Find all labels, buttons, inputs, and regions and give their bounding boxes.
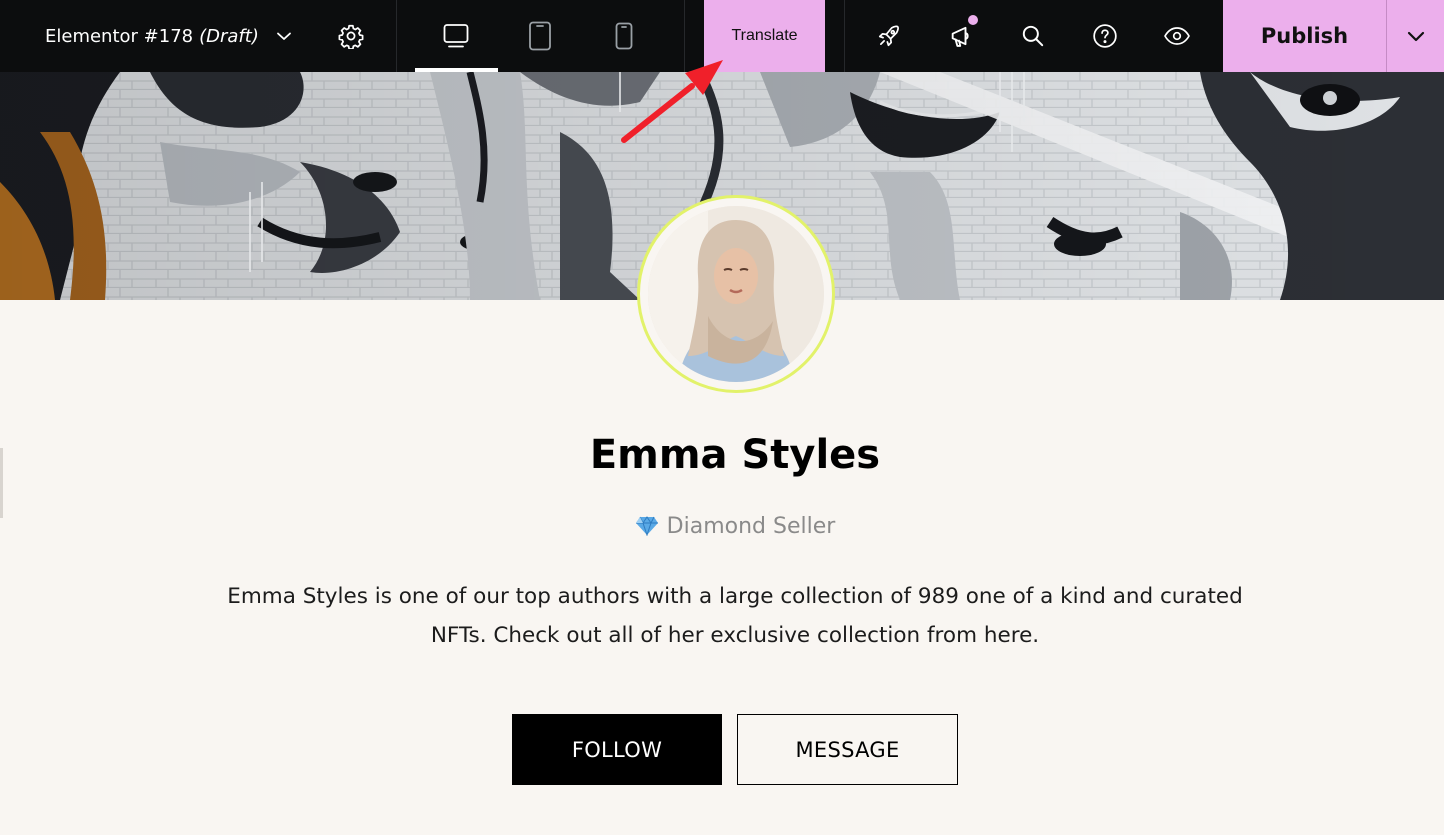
publish-button[interactable]: Publish <box>1223 0 1386 72</box>
follow-button[interactable]: FOLLOW <box>512 714 722 785</box>
notification-dot <box>968 15 978 25</box>
device-desktop-button[interactable] <box>432 0 480 72</box>
site-settings-button[interactable] <box>327 0 375 72</box>
topbar-divider <box>844 0 845 72</box>
desktop-icon <box>442 23 470 49</box>
diamond-icon <box>635 516 659 542</box>
preview-button[interactable] <box>1153 0 1201 72</box>
profile-bio: Emma Styles is one of our top authors wi… <box>227 584 1243 648</box>
launchpad-button[interactable] <box>865 0 913 72</box>
tablet-icon <box>528 21 552 51</box>
rocket-icon <box>876 23 902 49</box>
document-title-menu[interactable]: Elementor #178 (Draft) <box>45 0 293 72</box>
seller-badge: Diamond Seller <box>0 514 1444 542</box>
mobile-icon <box>614 22 634 50</box>
device-tablet-button[interactable] <box>516 0 564 72</box>
avatar <box>648 206 824 382</box>
document-status: (Draft) <box>199 25 259 47</box>
announcements-button[interactable] <box>938 0 986 72</box>
editor-topbar: Elementor #178 (Draft) Translate Publish <box>0 0 1444 72</box>
search-icon <box>1020 23 1046 49</box>
translate-button[interactable]: Translate <box>704 0 825 72</box>
profile-photo-illustration <box>648 206 824 382</box>
help-button[interactable] <box>1081 0 1129 72</box>
help-icon <box>1092 23 1118 49</box>
topbar-divider <box>684 0 685 72</box>
chevron-down-icon <box>1404 24 1428 48</box>
eye-icon <box>1163 23 1191 49</box>
message-button[interactable]: MESSAGE <box>737 714 958 785</box>
topbar-divider <box>396 0 397 72</box>
device-mobile-button[interactable] <box>600 0 648 72</box>
seller-badge-label: Diamond Seller <box>666 514 836 539</box>
gear-icon <box>338 23 364 49</box>
megaphone-icon <box>948 15 978 50</box>
profile-name: Emma Styles <box>589 432 881 478</box>
document-title: Elementor #178 <box>45 25 194 47</box>
chevron-down-icon <box>275 27 293 45</box>
publish-options-button[interactable] <box>1387 0 1444 72</box>
search-button[interactable] <box>1009 0 1057 72</box>
